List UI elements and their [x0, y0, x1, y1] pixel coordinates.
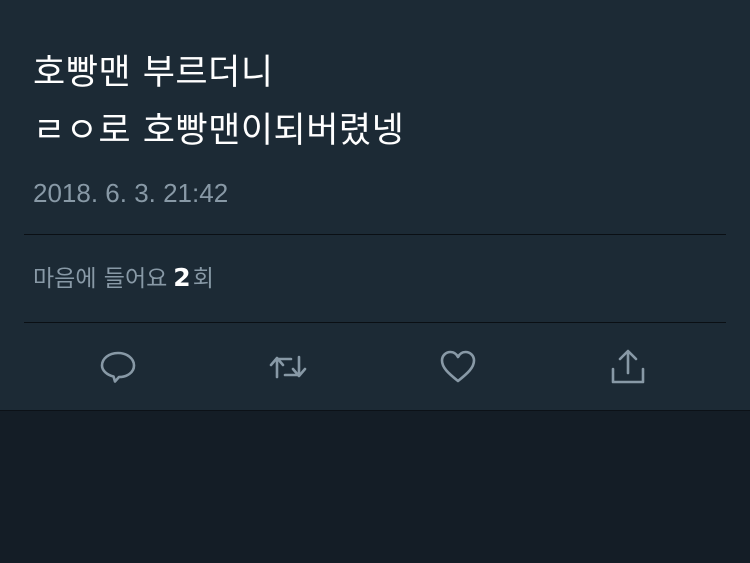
tweet-timestamp[interactable]: 2018. 6. 3. 21:42 [33, 176, 228, 210]
retweet-icon [269, 355, 307, 379]
likes-label: 마음에 들어요 [33, 266, 168, 292]
likes-summary[interactable]: 마음에 들어요 2회 [33, 262, 214, 295]
likes-unit: 회 [192, 266, 214, 292]
divider-top [24, 234, 726, 235]
heart-icon [440, 350, 476, 383]
tweet-actions [0, 345, 750, 389]
tweet-card: 호빵맨 부르더니 ㄹㅇ로 호빵맨이되버렸넹 2018. 6. 3. 21:42 … [0, 0, 750, 411]
likes-count: 2 [173, 263, 191, 292]
empty-area [0, 411, 750, 563]
tweet-text: 호빵맨 부르더니 ㄹㅇ로 호빵맨이되버렸넹 [33, 44, 723, 160]
divider-bottom [24, 322, 726, 323]
reply-button[interactable] [96, 345, 140, 389]
like-button[interactable] [436, 345, 480, 389]
share-icon [611, 349, 645, 384]
share-button[interactable] [606, 345, 650, 389]
tweet-line-1: 호빵맨 부르더니 [33, 53, 274, 93]
retweet-button[interactable] [266, 345, 310, 389]
tweet-line-2: ㄹㅇ로 호빵맨이되버렸넹 [33, 111, 405, 151]
reply-icon [100, 351, 136, 383]
